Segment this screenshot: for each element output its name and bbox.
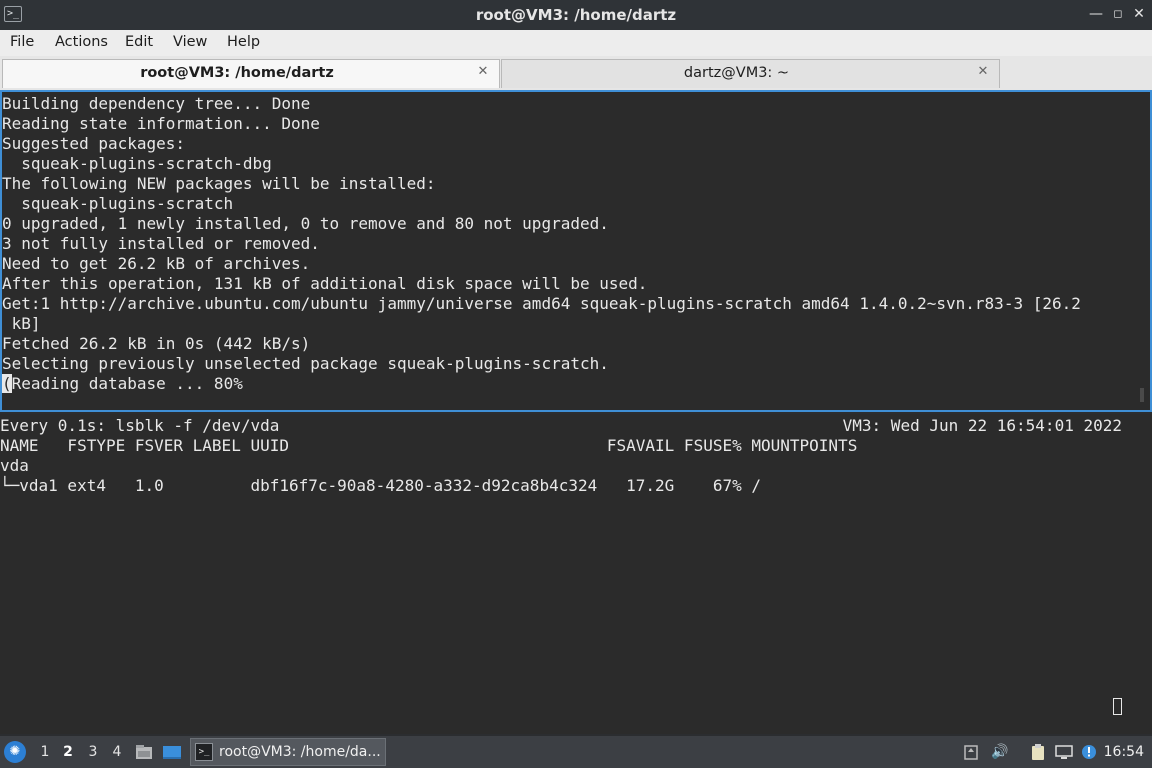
close-icon[interactable]: ✕ — [1129, 4, 1149, 24]
network-icon[interactable] — [1055, 743, 1073, 761]
watch-command: Every 0.1s: lsblk -f /dev/vda — [0, 416, 280, 435]
terminal-output: Building dependency tree... Done Reading … — [2, 94, 1081, 394]
scrollbar-handle[interactable] — [1140, 388, 1144, 402]
terminal-line: Selecting previously unselected package … — [2, 354, 609, 373]
terminal-line-text: Reading database ... 80% — [11, 374, 243, 393]
terminal-pane-top[interactable]: Building dependency tree... Done Reading … — [0, 90, 1152, 412]
watch-timestamp: VM3: Wed Jun 22 16:54:01 2022 — [842, 416, 1122, 435]
terminal-line: Get:1 http://archive.ubuntu.com/ubuntu j… — [2, 294, 1081, 313]
terminal-pane-bottom[interactable]: Every 0.1s: lsblk -f /dev/vda VM3: Wed Ju… — [0, 414, 1152, 734]
terminal-line: Fetched 26.2 kB in 0s (442 kB/s) — [2, 334, 311, 353]
updates-icon[interactable] — [962, 743, 980, 761]
taskbar-window-label: root@VM3: /home/da... — [219, 744, 381, 760]
menu-help[interactable]: Help — [227, 34, 260, 50]
terminal-line: (Reading database ... 80% — [2, 374, 1081, 394]
tab-label: dartz@VM3: ~ — [683, 65, 790, 81]
terminal-line: Building dependency tree... Done — [2, 94, 311, 113]
terminal-icon: >_ — [195, 743, 213, 761]
terminal-line: 3 not fully installed or removed. — [2, 234, 320, 253]
workspace-2[interactable]: 2 — [60, 744, 76, 760]
tab-close-icon[interactable]: ✕ — [975, 64, 991, 80]
tab-dartz-home[interactable]: dartz@VM3: ~ ✕ — [501, 59, 1000, 88]
workspace-4[interactable]: 4 — [109, 744, 125, 760]
taskbar-window-button[interactable]: >_ root@VM3: /home/da... — [190, 738, 386, 766]
terminal-line: The following NEW packages will be insta… — [2, 174, 436, 193]
tab-label: root@VM3: /home/dartz — [140, 65, 334, 81]
tab-root-home-dartz[interactable]: root@VM3: /home/dartz ✕ — [2, 59, 500, 88]
file-manager-icon[interactable] — [134, 742, 154, 762]
terminal-cursor — [1113, 698, 1122, 715]
terminal-line: Suggested packages: — [2, 134, 186, 153]
terminal-line: vda — [0, 456, 29, 475]
start-menu-icon[interactable]: ✺ — [4, 741, 26, 763]
terminal-cursor: ( — [2, 374, 12, 393]
tab-bar: root@VM3: /home/dartz ✕ dartz@VM3: ~ ✕ — [0, 56, 1152, 91]
menu-bar: File Actions Edit View Help — [0, 30, 1152, 56]
terminal-output: Every 0.1s: lsblk -f /dev/vda VM3: Wed Ju… — [0, 416, 1122, 496]
window-titlebar: >_ root@VM3: /home/dartz — ◻ ✕ — [0, 0, 1152, 30]
terminal-line: Need to get 26.2 kB of archives. — [2, 254, 311, 273]
watch-header: Every 0.1s: lsblk -f /dev/vda VM3: Wed Ju… — [0, 416, 1122, 436]
menu-actions[interactable]: Actions — [55, 34, 108, 50]
terminal-line: kB] — [2, 314, 41, 333]
notification-icon[interactable] — [1080, 743, 1098, 761]
menu-view[interactable]: View — [173, 34, 207, 50]
taskbar: ✺ 1 2 3 4 >_ root@VM3: /home/da... 🔊 16:… — [0, 736, 1152, 768]
workspace-1[interactable]: 1 — [37, 744, 53, 760]
terminal-line: Reading state information... Done — [2, 114, 320, 133]
maximize-icon[interactable]: ◻ — [1108, 4, 1128, 24]
volume-icon[interactable]: 🔊 — [991, 743, 1009, 761]
terminal-line: 0 upgraded, 1 newly installed, 0 to remo… — [2, 214, 609, 233]
tab-close-icon[interactable]: ✕ — [475, 64, 491, 80]
clock[interactable]: 16:54 — [1104, 744, 1144, 760]
terminal-line: NAME FSTYPE FSVER LABEL UUID FSAVAIL FSU… — [0, 436, 858, 455]
terminal-line: After this operation, 131 kB of addition… — [2, 274, 648, 293]
desktop-icon[interactable] — [162, 742, 182, 762]
minimize-icon[interactable]: — — [1086, 4, 1106, 24]
clipboard-icon[interactable] — [1029, 743, 1047, 761]
terminal-line: squeak-plugins-scratch-dbg — [2, 154, 272, 173]
menu-file[interactable]: File — [10, 34, 34, 50]
window-title: root@VM3: /home/dartz — [475, 6, 677, 24]
menu-edit[interactable]: Edit — [125, 34, 153, 50]
terminal-line: └─vda1 ext4 1.0 dbf16f7c-90a8-4280-a332-… — [0, 476, 761, 495]
terminal-line: squeak-plugins-scratch — [2, 194, 234, 213]
workspace-3[interactable]: 3 — [85, 744, 101, 760]
